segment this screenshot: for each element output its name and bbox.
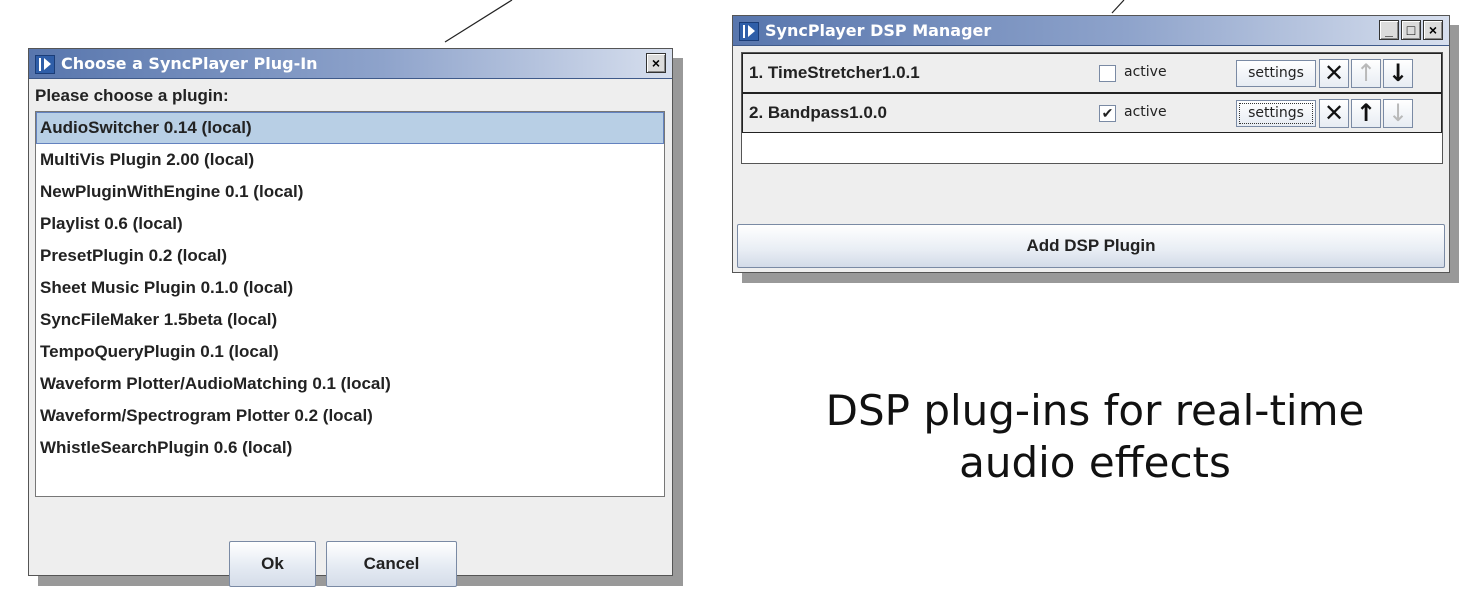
remove-icon[interactable]: ✕: [1319, 99, 1349, 128]
syncplayer-app-icon: [739, 22, 759, 41]
plugin-list-item[interactable]: Sheet Music Plugin 0.1.0 (local): [36, 272, 664, 304]
move-up-icon[interactable]: ↑: [1351, 59, 1381, 88]
ok-button[interactable]: Ok: [229, 541, 316, 587]
dsp-row-timestretcher: 1. TimeStretcher1.0.1 active settings ✕ …: [742, 53, 1442, 93]
plugin-list-item[interactable]: AudioSwitcher 0.14 (local): [36, 112, 664, 144]
cancel-button[interactable]: Cancel: [326, 541, 457, 587]
move-up-icon[interactable]: ↑: [1351, 99, 1381, 128]
plugin-list-item[interactable]: WhistleSearchPlugin 0.6 (local): [36, 432, 664, 464]
active-checkbox[interactable]: ✔: [1099, 105, 1116, 122]
chooser-titlebar[interactable]: Choose a SyncPlayer Plug-In ×: [29, 49, 672, 79]
chooser-prompt: Please choose a plugin:: [35, 86, 229, 105]
plugin-list[interactable]: AudioSwitcher 0.14 (local) MultiVis Plug…: [35, 111, 665, 497]
chooser-title: Choose a SyncPlayer Plug-In: [61, 54, 318, 73]
active-label: active: [1124, 64, 1167, 80]
chooser-close-button[interactable]: ×: [646, 53, 666, 73]
plugin-chooser-dialog: Choose a SyncPlayer Plug-In × Please cho…: [28, 48, 673, 587]
remove-icon[interactable]: ✕: [1319, 59, 1349, 88]
syncplayer-app-icon: [35, 55, 55, 74]
dsp-plugin-name: 2. Bandpass1.0.0: [749, 103, 887, 122]
settings-button[interactable]: settings: [1236, 60, 1316, 87]
plugin-list-item[interactable]: TempoQueryPlugin 0.1 (local): [36, 336, 664, 368]
add-dsp-plugin-button[interactable]: Add DSP Plugin: [737, 224, 1445, 268]
plugin-list-item[interactable]: SyncFileMaker 1.5beta (local): [36, 304, 664, 336]
plugin-list-item[interactable]: Playlist 0.6 (local): [36, 208, 664, 240]
plugin-list-item[interactable]: MultiVis Plugin 2.00 (local): [36, 144, 664, 176]
dsp-plugin-name: 1. TimeStretcher1.0.1: [749, 63, 920, 82]
plugin-list-item[interactable]: Waveform/Spectrogram Plotter 0.2 (local): [36, 400, 664, 432]
settings-button[interactable]: settings: [1236, 100, 1316, 127]
caption-line-2: audio effects: [959, 438, 1231, 487]
move-down-icon[interactable]: ↓: [1383, 99, 1413, 128]
dsp-close-button[interactable]: ×: [1423, 20, 1443, 40]
slide-caption: DSP plug-ins for real-time audio effects: [735, 385, 1455, 489]
plugin-list-item[interactable]: NewPluginWithEngine 0.1 (local): [36, 176, 664, 208]
dsp-manager-window: SyncPlayer DSP Manager _ □ × 1. TimeStre…: [732, 15, 1450, 273]
plugin-list-item[interactable]: Waveform Plotter/AudioMatching 0.1 (loca…: [36, 368, 664, 400]
move-down-icon[interactable]: ↓: [1383, 59, 1413, 88]
minimize-button[interactable]: _: [1379, 20, 1399, 40]
active-label: active: [1124, 104, 1167, 120]
dsp-titlebar[interactable]: SyncPlayer DSP Manager _ □ ×: [733, 16, 1449, 46]
dsp-title: SyncPlayer DSP Manager: [765, 21, 992, 40]
maximize-button[interactable]: □: [1401, 20, 1421, 40]
caption-line-1: DSP plug-ins for real-time: [825, 386, 1365, 435]
plugin-list-item[interactable]: PresetPlugin 0.2 (local): [36, 240, 664, 272]
active-checkbox[interactable]: [1099, 65, 1116, 82]
dsp-plugin-list: 1. TimeStretcher1.0.1 active settings ✕ …: [741, 52, 1443, 164]
dsp-row-bandpass: 2. Bandpass1.0.0 ✔ active settings ✕ ↑ ↓: [742, 93, 1442, 133]
